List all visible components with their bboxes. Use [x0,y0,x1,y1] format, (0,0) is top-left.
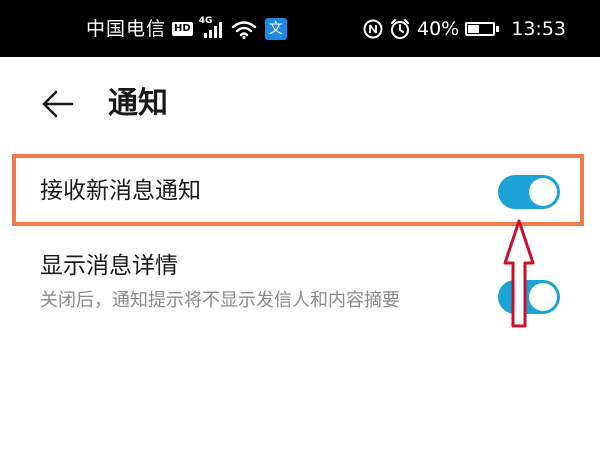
back-button[interactable] [38,84,78,124]
battery-body [465,22,496,36]
hd-icon: HD [172,22,193,36]
toggle-knob [529,178,557,206]
translate-icon: 文 [264,18,287,40]
battery-percentage: 40% [417,18,460,40]
signal-bars [203,22,222,38]
page-title: 通知 [108,86,168,121]
battery-fill [468,25,479,33]
annotation-arrow-icon [503,219,535,328]
wifi-icon [231,21,256,39]
battery-tip [496,26,500,32]
status-right-group: 40% 13:53 [363,14,566,44]
battery-icon [465,22,500,36]
new-message-notification-label: 接收新消息通知 [40,178,201,204]
status-bar: 中国电信 HD 4G 文 40% 13:53 [0,0,600,57]
alarm-icon [391,19,409,39]
carrier-name: 中国电信 [86,18,167,40]
clock: 13:53 [511,18,566,40]
carrier-group: 中国电信 HD 4G 文 [86,14,287,44]
show-message-details-description: 关闭后，通知提示将不显示发信人和内容摘要 [40,290,400,311]
show-message-details-label: 显示消息详情 [40,253,178,279]
nfc-icon [363,19,383,39]
signal-icon: 4G [199,16,225,40]
back-arrow-icon [42,90,74,118]
new-message-notification-toggle[interactable] [498,175,560,209]
